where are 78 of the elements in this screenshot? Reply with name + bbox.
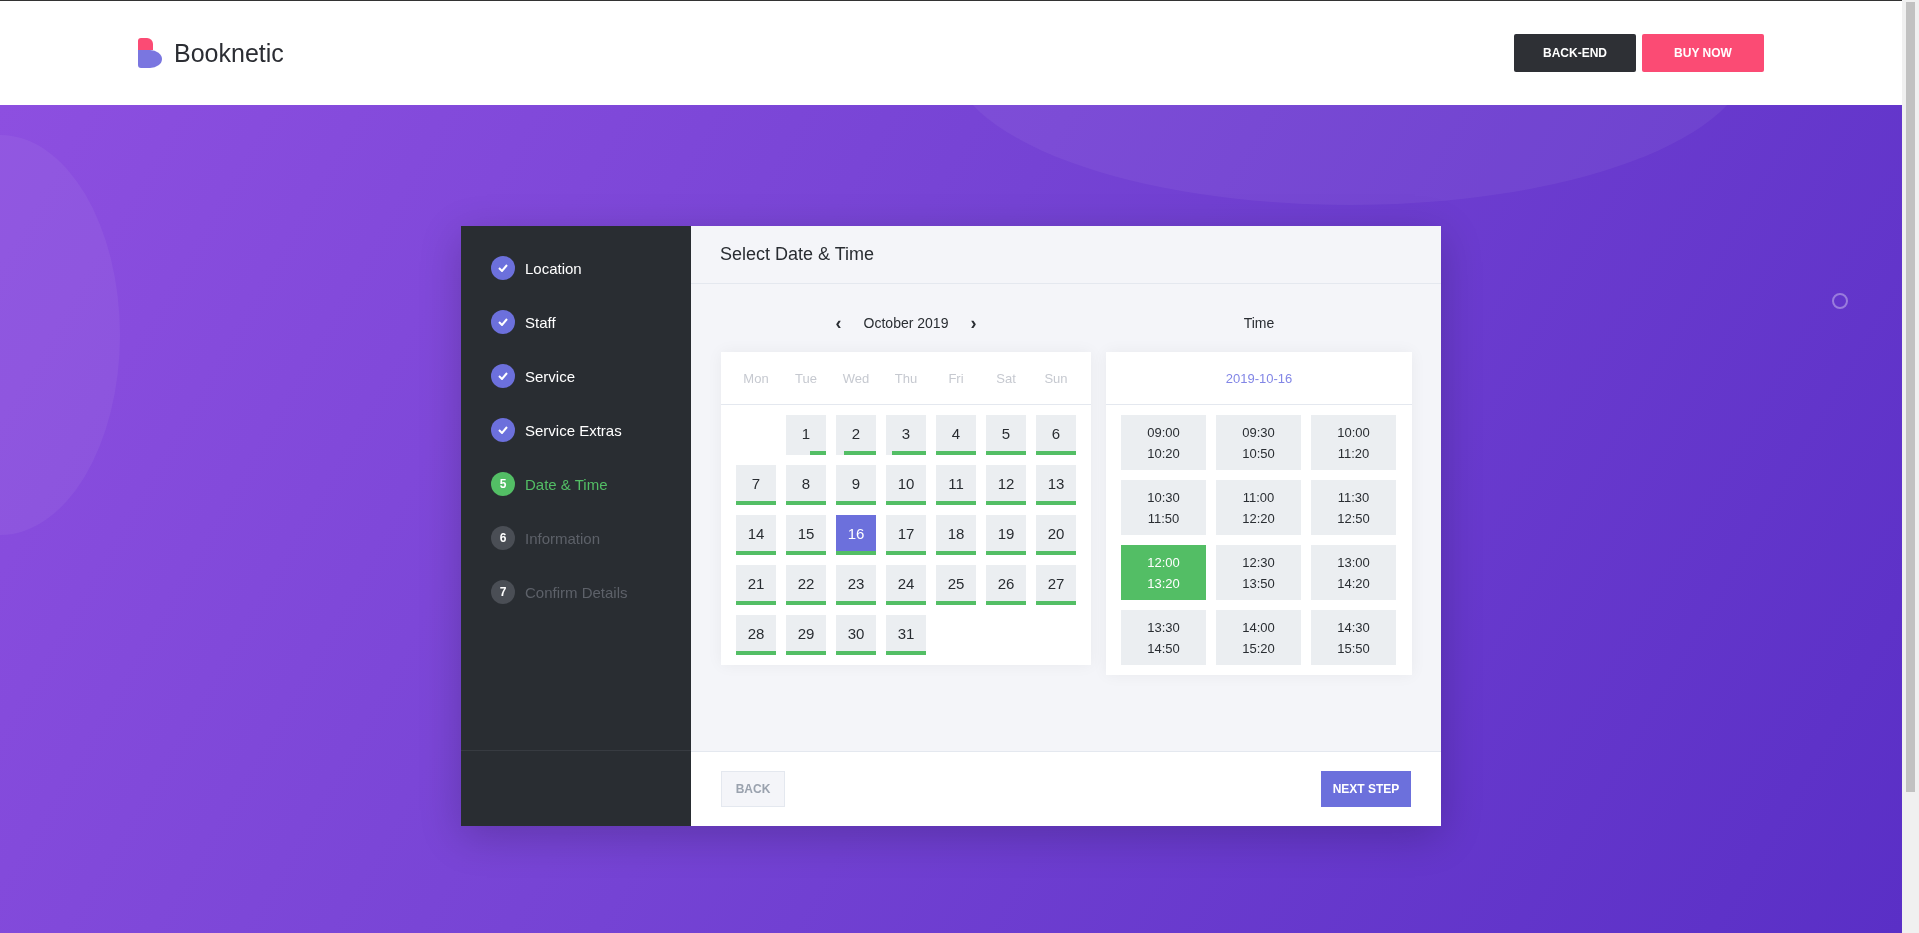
calendar-day[interactable]: 21 xyxy=(736,565,776,605)
selected-date: 2019-10-16 xyxy=(1106,352,1412,405)
calendar-day[interactable]: 3 xyxy=(886,415,926,455)
step-item[interactable]: Service Extras xyxy=(491,418,691,442)
calendar-day[interactable]: 23 xyxy=(836,565,876,605)
calendar-day[interactable]: 9 xyxy=(836,465,876,505)
weekday-label: Mon xyxy=(742,370,770,386)
time-slot[interactable]: 13:00 14:20 xyxy=(1311,545,1396,600)
calendar-day[interactable]: 25 xyxy=(936,565,976,605)
calendar-day[interactable]: 17 xyxy=(886,515,926,555)
step-number: 7 xyxy=(491,580,515,604)
time-slot[interactable]: 09:00 10:20 xyxy=(1121,415,1206,470)
step-item[interactable]: Location xyxy=(491,256,691,280)
prev-month-button[interactable]: ‹ xyxy=(831,312,846,334)
brand-name: Booknetic xyxy=(174,38,284,68)
calendar-day[interactable]: 28 xyxy=(736,615,776,655)
next-month-button[interactable]: › xyxy=(966,312,981,334)
step-item[interactable]: Service xyxy=(491,364,691,388)
calendar-day[interactable]: 14 xyxy=(736,515,776,555)
check-icon xyxy=(491,364,515,388)
calendar-day[interactable]: 30 xyxy=(836,615,876,655)
weekday-label: Sun xyxy=(1043,370,1069,386)
time-slot[interactable]: 14:30 15:50 xyxy=(1311,610,1396,665)
step-label: Service Extras xyxy=(525,421,622,439)
scrollbar[interactable] xyxy=(1902,0,1919,933)
calendar-day[interactable]: 8 xyxy=(786,465,826,505)
calendar-day[interactable]: 16 xyxy=(836,515,876,555)
weekday-label: Thu xyxy=(893,370,919,386)
backend-button[interactable]: BACK-END xyxy=(1514,34,1636,72)
calendar-day[interactable]: 2 xyxy=(836,415,876,455)
time-heading: Time xyxy=(1242,314,1276,333)
time-slot[interactable]: 09:30 10:50 xyxy=(1216,415,1301,470)
calendar-day[interactable]: 15 xyxy=(786,515,826,555)
step-item[interactable]: Staff xyxy=(491,310,691,334)
step-label: Service xyxy=(525,367,576,385)
time-slot[interactable]: 13:30 14:50 xyxy=(1121,610,1206,665)
time-slot[interactable]: 10:00 11:20 xyxy=(1311,415,1396,470)
next-step-button[interactable]: NEXT STEP xyxy=(1321,771,1411,807)
weekday-label: Wed xyxy=(841,370,871,386)
step-label: Location xyxy=(525,259,582,277)
calendar-day[interactable]: 27 xyxy=(1036,565,1076,605)
calendar-day[interactable]: 7 xyxy=(736,465,776,505)
time-slot[interactable]: 10:30 11:50 xyxy=(1121,480,1206,535)
weekday-label: Sat xyxy=(995,370,1017,386)
calendar-day[interactable]: 5 xyxy=(986,415,1026,455)
calendar-day[interactable]: 24 xyxy=(886,565,926,605)
circle-decoration xyxy=(1832,293,1848,309)
calendar-day[interactable]: 20 xyxy=(1036,515,1076,555)
panel-title: Select Date & Time xyxy=(691,226,1441,284)
time-slot[interactable]: 11:00 12:20 xyxy=(1216,480,1301,535)
step-label: Date & Time xyxy=(525,475,608,493)
calendar-day[interactable]: 4 xyxy=(936,415,976,455)
month-label: October 2019 xyxy=(863,315,949,331)
calendar-day[interactable]: 1 xyxy=(786,415,826,455)
calendar-day[interactable]: 6 xyxy=(1036,415,1076,455)
calendar-day[interactable]: 18 xyxy=(936,515,976,555)
step-label: Staff xyxy=(525,313,556,331)
step-item[interactable]: 5 Date & Time xyxy=(491,472,691,496)
calendar-day[interactable]: 26 xyxy=(986,565,1026,605)
step-number: 5 xyxy=(491,472,515,496)
check-icon xyxy=(491,256,515,280)
check-icon xyxy=(491,418,515,442)
calendar-day[interactable]: 11 xyxy=(936,465,976,505)
calendar-day[interactable]: 29 xyxy=(786,615,826,655)
time-slot[interactable]: 11:30 12:50 xyxy=(1311,480,1396,535)
logo-icon xyxy=(138,38,162,68)
calendar-day[interactable]: 31 xyxy=(886,615,926,655)
calendar-day[interactable]: 22 xyxy=(786,565,826,605)
time-slot[interactable]: 12:30 13:50 xyxy=(1216,545,1301,600)
step-number: 6 xyxy=(491,526,515,550)
calendar-day[interactable]: 10 xyxy=(886,465,926,505)
calendar-day[interactable]: 19 xyxy=(986,515,1026,555)
weekday-label: Tue xyxy=(794,370,818,386)
calendar-day[interactable]: 12 xyxy=(986,465,1026,505)
check-icon xyxy=(491,310,515,334)
weekday-label: Fri xyxy=(947,370,965,386)
calendar-day[interactable]: 13 xyxy=(1036,465,1076,505)
time-slot[interactable]: 14:00 15:20 xyxy=(1216,610,1301,665)
